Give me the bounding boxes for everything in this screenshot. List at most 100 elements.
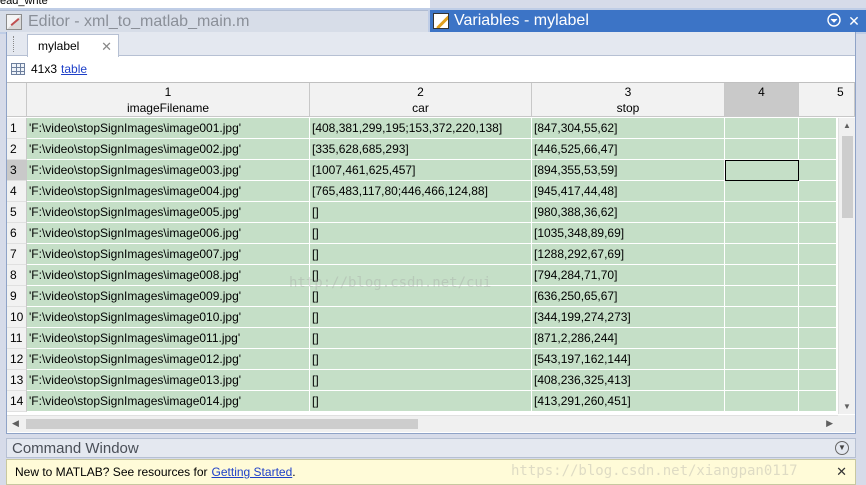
row-header-corner[interactable] bbox=[7, 83, 27, 117]
table-cell[interactable]: [794,284,71,70] bbox=[532, 265, 725, 286]
close-icon[interactable]: ✕ bbox=[846, 13, 862, 29]
row-number[interactable]: 9 bbox=[7, 286, 27, 307]
row-number[interactable]: 8 bbox=[7, 265, 27, 286]
vertical-scrollbar[interactable]: ▲ ▼ bbox=[838, 118, 855, 414]
table-cell[interactable]: 'F:\video\stopSignImages\image003.jpg' bbox=[27, 160, 310, 181]
table-cell[interactable]: 'F:\video\stopSignImages\image005.jpg' bbox=[27, 202, 310, 223]
getting-started-link[interactable]: Getting Started bbox=[212, 465, 293, 479]
table-cell[interactable]: 'F:\video\stopSignImages\image007.jpg' bbox=[27, 244, 310, 265]
row-number[interactable]: 10 bbox=[7, 307, 27, 328]
column-header-3[interactable]: 3 stop bbox=[532, 83, 725, 117]
column-header-4[interactable]: 4 bbox=[725, 83, 799, 117]
table-cell[interactable] bbox=[799, 202, 837, 223]
close-icon[interactable]: ✕ bbox=[101, 39, 112, 55]
table-cell[interactable]: [] bbox=[310, 244, 532, 265]
table-cell[interactable]: [980,388,36,62] bbox=[532, 202, 725, 223]
scroll-left-icon[interactable]: ◀ bbox=[12, 418, 19, 429]
table-cell[interactable]: 'F:\video\stopSignImages\image010.jpg' bbox=[27, 307, 310, 328]
table-cell[interactable]: 'F:\video\stopSignImages\image002.jpg' bbox=[27, 139, 310, 160]
chevron-down-icon[interactable]: ▼ bbox=[835, 441, 849, 455]
variable-type-link[interactable]: table bbox=[61, 62, 87, 76]
table-cell[interactable]: [636,250,65,67] bbox=[532, 286, 725, 307]
table-cell[interactable] bbox=[725, 370, 799, 391]
horizontal-scroll-thumb[interactable] bbox=[26, 419, 418, 429]
table-cell[interactable] bbox=[799, 118, 837, 139]
table-cell[interactable]: [] bbox=[310, 370, 532, 391]
table-cell[interactable] bbox=[725, 286, 799, 307]
table-cell[interactable] bbox=[725, 307, 799, 328]
table-cell[interactable]: 'F:\video\stopSignImages\image001.jpg' bbox=[27, 118, 310, 139]
table-cell[interactable]: 'F:\video\stopSignImages\image006.jpg' bbox=[27, 223, 310, 244]
table-cell[interactable]: [] bbox=[310, 286, 532, 307]
table-cell[interactable]: 'F:\video\stopSignImages\image008.jpg' bbox=[27, 265, 310, 286]
editor-tab[interactable]: Editor - xml_to_matlab_main.m bbox=[0, 10, 428, 32]
scroll-right-icon[interactable]: ▶ bbox=[826, 418, 833, 429]
table-cell[interactable]: [] bbox=[310, 265, 532, 286]
row-number[interactable]: 14 bbox=[7, 391, 27, 412]
table-cell[interactable]: [1288,292,67,69] bbox=[532, 244, 725, 265]
table-cell[interactable] bbox=[725, 139, 799, 160]
table-cell[interactable] bbox=[799, 286, 837, 307]
vertical-scroll-thumb[interactable] bbox=[842, 136, 853, 218]
column-header-1[interactable]: 1 imageFilename bbox=[27, 83, 310, 117]
table-cell[interactable] bbox=[725, 223, 799, 244]
column-header-2[interactable]: 2 car bbox=[310, 83, 532, 117]
table-cell[interactable]: 'F:\video\stopSignImages\image013.jpg' bbox=[27, 370, 310, 391]
row-number[interactable]: 4 bbox=[7, 181, 27, 202]
table-cell[interactable] bbox=[799, 370, 837, 391]
table-cell[interactable] bbox=[799, 265, 837, 286]
table-cell[interactable] bbox=[725, 118, 799, 139]
table-cell[interactable] bbox=[725, 265, 799, 286]
scroll-down-icon[interactable]: ▼ bbox=[843, 402, 851, 411]
table-cell[interactable]: [] bbox=[310, 391, 532, 412]
table-cell[interactable]: [847,304,55,62] bbox=[532, 118, 725, 139]
table-cell[interactable]: [1035,348,89,69] bbox=[532, 223, 725, 244]
table-cell[interactable]: [] bbox=[310, 328, 532, 349]
table-cell[interactable]: [408,381,299,195;153,372,220,138] bbox=[310, 118, 532, 139]
table-cell[interactable]: [871,2,286,244] bbox=[532, 328, 725, 349]
table-cell[interactable] bbox=[725, 328, 799, 349]
table-cell[interactable] bbox=[725, 202, 799, 223]
table-cell[interactable]: [894,355,53,59] bbox=[532, 160, 725, 181]
table-cell[interactable]: 'F:\video\stopSignImages\image014.jpg' bbox=[27, 391, 310, 412]
table-cell[interactable] bbox=[725, 349, 799, 370]
table-cell[interactable] bbox=[799, 181, 837, 202]
table-cell[interactable] bbox=[799, 139, 837, 160]
table-cell[interactable]: [] bbox=[310, 349, 532, 370]
table-cell[interactable] bbox=[799, 349, 837, 370]
table-cell[interactable] bbox=[799, 391, 837, 412]
table-cell[interactable]: [344,199,274,273] bbox=[532, 307, 725, 328]
table-cell[interactable]: [1007,461,625,457] bbox=[310, 160, 532, 181]
table-cell[interactable]: 'F:\video\stopSignImages\image004.jpg' bbox=[27, 181, 310, 202]
table-cell[interactable]: [335,628,685,293] bbox=[310, 139, 532, 160]
chevron-down-icon[interactable] bbox=[826, 13, 842, 29]
scroll-up-icon[interactable]: ▲ bbox=[843, 121, 851, 130]
table-cell[interactable]: 'F:\video\stopSignImages\image009.jpg' bbox=[27, 286, 310, 307]
table-cell[interactable]: [] bbox=[310, 307, 532, 328]
table-cell[interactable] bbox=[799, 223, 837, 244]
table-cell[interactable]: [] bbox=[310, 223, 532, 244]
grip-handle[interactable] bbox=[13, 36, 15, 52]
table-cell[interactable] bbox=[799, 307, 837, 328]
row-number[interactable]: 2 bbox=[7, 139, 27, 160]
row-number[interactable]: 5 bbox=[7, 202, 27, 223]
document-tab-mylabel[interactable]: mylabel ✕ bbox=[27, 34, 119, 57]
row-number[interactable]: 13 bbox=[7, 370, 27, 391]
row-number[interactable]: 7 bbox=[7, 244, 27, 265]
table-cell[interactable]: [543,197,162,144] bbox=[532, 349, 725, 370]
horizontal-scrollbar[interactable]: ◀ ▶ bbox=[7, 415, 838, 432]
table-cell[interactable]: [765,483,117,80;446,466,124,88] bbox=[310, 181, 532, 202]
table-cell[interactable]: [945,417,44,48] bbox=[532, 181, 725, 202]
row-number[interactable]: 11 bbox=[7, 328, 27, 349]
table-cell[interactable]: [446,525,66,47] bbox=[532, 139, 725, 160]
table-cell[interactable] bbox=[725, 181, 799, 202]
table-cell[interactable] bbox=[799, 244, 837, 265]
row-number[interactable]: 6 bbox=[7, 223, 27, 244]
table-cell[interactable] bbox=[725, 244, 799, 265]
row-number[interactable]: 1 bbox=[7, 118, 27, 139]
column-header-5[interactable]: 5 bbox=[799, 83, 855, 117]
table-cell[interactable]: 'F:\video\stopSignImages\image012.jpg' bbox=[27, 349, 310, 370]
close-icon[interactable]: ✕ bbox=[836, 464, 847, 480]
table-cell[interactable] bbox=[799, 160, 837, 181]
row-number[interactable]: 12 bbox=[7, 349, 27, 370]
